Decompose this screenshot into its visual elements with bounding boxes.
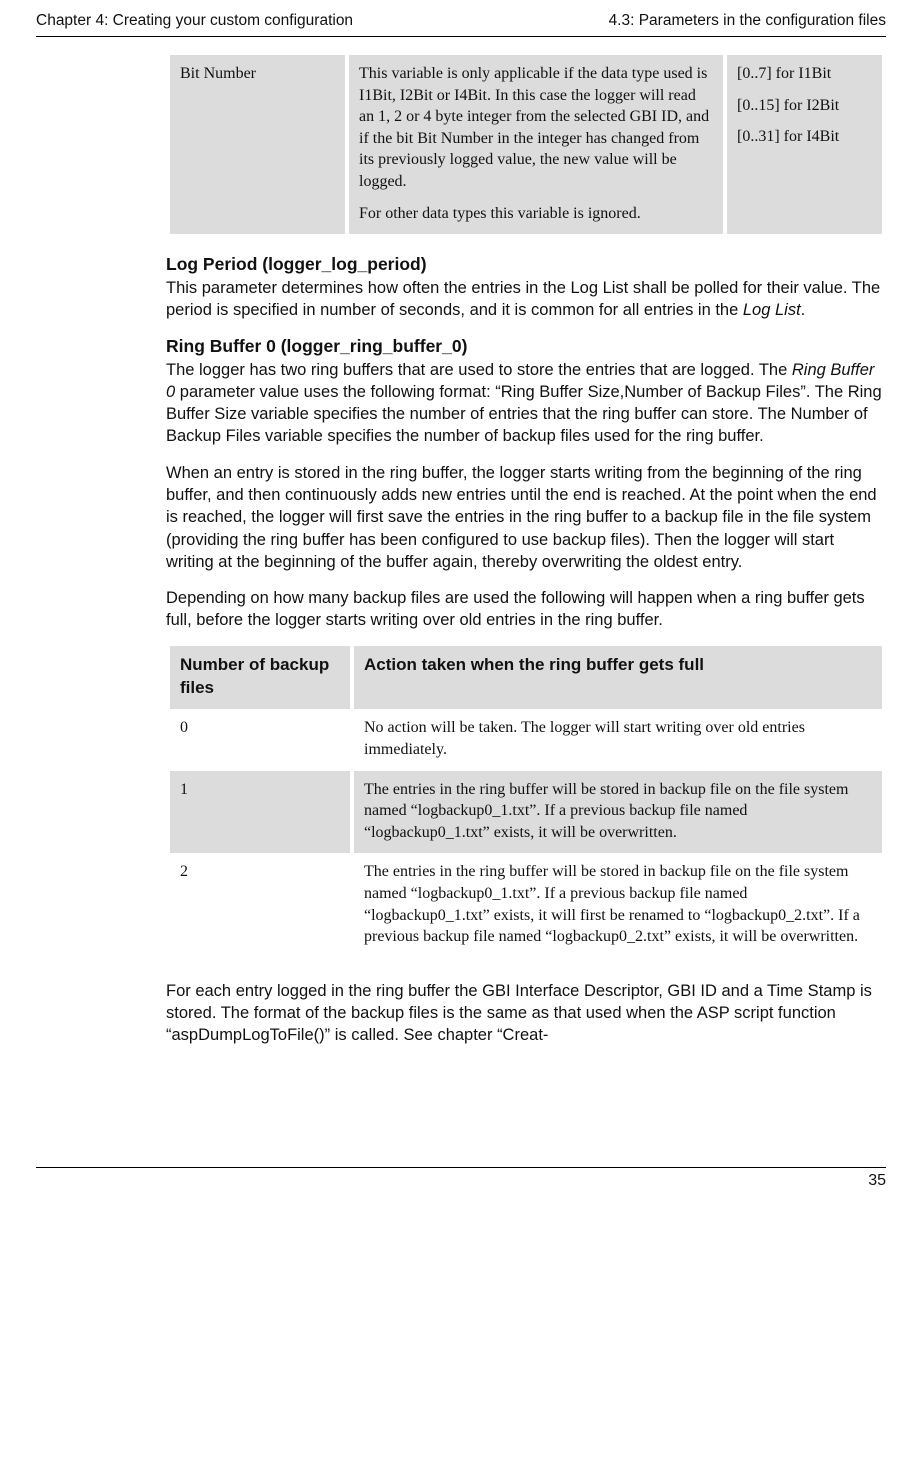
table-row: Bit Number This variable is only applica… bbox=[170, 55, 882, 234]
backup-count-cell: 1 bbox=[170, 771, 350, 854]
param-desc-p1: This variable is only applicable if the … bbox=[359, 63, 713, 193]
backup-count-cell: 0 bbox=[170, 709, 350, 770]
text-fragment: The logger has two ring buffers that are… bbox=[166, 361, 792, 379]
param-desc-cell: This variable is only applicable if the … bbox=[349, 55, 723, 234]
table-row: 2 The entries in the ring buffer will be… bbox=[170, 853, 882, 957]
page: Chapter 4: Creating your custom configur… bbox=[0, 0, 922, 1471]
param-name-cell: Bit Number bbox=[170, 55, 345, 234]
page-header: Chapter 4: Creating your custom configur… bbox=[36, 12, 886, 37]
table-row: 1 The entries in the ring buffer will be… bbox=[170, 771, 882, 854]
log-list-italic: Log List bbox=[743, 301, 801, 319]
backup-action-cell: No action will be taken. The logger will… bbox=[354, 709, 882, 770]
ring-buffer-p1: The logger has two ring buffers that are… bbox=[166, 359, 886, 448]
table-header-row: Number of backup files Action taken when… bbox=[170, 646, 882, 710]
ring-buffer-p3: Depending on how many backup files are u… bbox=[166, 587, 886, 632]
backup-action-cell: The entries in the ring buffer will be s… bbox=[354, 771, 882, 854]
header-right: 4.3: Parameters in the configuration fil… bbox=[609, 12, 886, 30]
text-fragment: parameter value uses the following forma… bbox=[166, 383, 882, 446]
text-fragment: . bbox=[801, 301, 806, 319]
backup-files-table: Number of backup files Action taken when… bbox=[166, 646, 886, 958]
bit-number-table: Bit Number This variable is only applica… bbox=[166, 55, 886, 234]
ring-buffer-heading: Ring Buffer 0 (logger_ring_buffer_0) bbox=[166, 336, 886, 357]
param-name: Bit Number bbox=[180, 65, 256, 82]
range-line-2: [0..15] for I2Bit bbox=[737, 95, 872, 117]
col-header-action: Action taken when the ring buffer gets f… bbox=[354, 646, 882, 710]
param-desc-p2: For other data types this variable is ig… bbox=[359, 203, 713, 225]
log-period-heading: Log Period (logger_log_period) bbox=[166, 254, 886, 275]
backup-count-cell: 2 bbox=[170, 853, 350, 957]
range-line-1: [0..7] for I1Bit bbox=[737, 63, 872, 85]
param-range-cell: [0..7] for I1Bit [0..15] for I2Bit [0..3… bbox=[727, 55, 882, 234]
page-number: 35 bbox=[36, 1168, 886, 1190]
content: Bit Number This variable is only applica… bbox=[36, 37, 886, 1047]
range-line-3: [0..31] for I4Bit bbox=[737, 126, 872, 148]
ring-buffer-p2: When an entry is stored in the ring buff… bbox=[166, 462, 886, 573]
log-period-paragraph: This parameter determines how often the … bbox=[166, 277, 886, 322]
backup-action-cell: The entries in the ring buffer will be s… bbox=[354, 853, 882, 957]
table-row: 0 No action will be taken. The logger wi… bbox=[170, 709, 882, 770]
after-table-paragraph: For each entry logged in the ring buffer… bbox=[166, 980, 886, 1047]
header-left: Chapter 4: Creating your custom configur… bbox=[36, 12, 353, 30]
col-header-number: Number of backup files bbox=[170, 646, 350, 710]
